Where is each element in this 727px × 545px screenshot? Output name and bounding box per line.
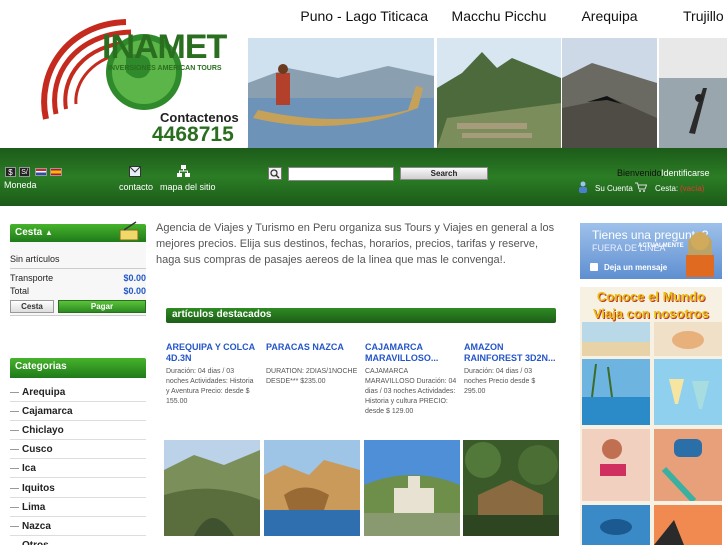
currency-dollar-icon[interactable]: $ — [5, 167, 16, 177]
total-value: $0.00 — [123, 286, 146, 296]
leave-message-link[interactable]: Deja un mensaje — [604, 263, 667, 272]
cart-empty-text: Sin artículos — [10, 254, 60, 264]
category-iquitos[interactable]: Iquitos — [10, 479, 146, 498]
divider — [10, 268, 146, 269]
flag-en-icon[interactable] — [35, 168, 47, 176]
destination-machu-picchu-label: Macchu Picchu — [437, 0, 561, 38]
page: INAMET INVERSIONES AMERICAN TOURS Contac… — [0, 0, 727, 545]
header: INAMET INVERSIONES AMERICAN TOURS Contac… — [0, 0, 727, 148]
cart-button[interactable]: Cesta — [10, 300, 54, 313]
category-cajamarca[interactable]: Cajamarca — [10, 402, 146, 421]
snorkel-image — [654, 429, 722, 501]
contact-link[interactable]: contacto — [119, 182, 153, 192]
seashell-image — [654, 322, 722, 356]
welcome-text: Bienvenido, — [617, 168, 665, 178]
featured-item-title[interactable]: PARACAS NAZCA — [266, 342, 358, 364]
pay-button[interactable]: Pagar — [58, 300, 146, 313]
category-otros[interactable]: Otros — [10, 536, 146, 545]
cart-label: Cesta: — [655, 184, 679, 193]
search-input[interactable] — [288, 167, 394, 181]
sitemap-icon — [177, 165, 190, 177]
destination-trujillo-label: Trujillo — [659, 0, 727, 38]
arequipa-condor-image — [562, 38, 657, 148]
shipping-row: Transporte $0.00 — [10, 273, 146, 283]
featured-item-title[interactable]: CAJAMARCA MARAVILLOSO... — [365, 342, 457, 364]
cart-icon — [635, 182, 647, 192]
search-button[interactable]: Search — [400, 167, 488, 180]
arequipa-colca-image[interactable] — [164, 440, 260, 536]
account-link[interactable]: Su Cuenta — [595, 184, 633, 193]
logo[interactable]: INAMET INVERSIONES AMERICAN TOURS Contac… — [0, 0, 247, 148]
search-icon[interactable] — [268, 167, 282, 180]
category-lima[interactable]: Lima — [10, 498, 146, 517]
featured-item: AREQUIPA Y COLCA 4D.3N Duración: 04 dias… — [166, 342, 258, 407]
puno-reed-boat-image — [248, 38, 434, 148]
sitemap-link[interactable]: mapa del sitio — [160, 182, 216, 192]
category-arequipa[interactable]: Arequipa — [10, 383, 146, 402]
featured-item-desc: Duración: 04 dias / 03 noches Precio des… — [464, 368, 536, 395]
shipping-label: Transporte — [10, 273, 54, 283]
featured-item-title[interactable]: AMAZON RAINFOREST 3D2N... — [464, 342, 556, 364]
cajamarca-image[interactable] — [364, 440, 460, 536]
model-image — [582, 429, 650, 501]
login-link[interactable]: Identificarse — [661, 168, 710, 178]
beach-image — [582, 322, 650, 356]
amazon-rainforest-image[interactable] — [463, 440, 559, 536]
destination-puno-label: Puno - Lago Titicaca — [248, 0, 434, 38]
featured-item-desc: Duración: 04 dias / 03 noches Actividade… — [166, 368, 254, 405]
featured-item: PARACAS NAZCA DURATION: 2DIAS/1NOCHE DES… — [266, 342, 358, 387]
destination-arequipa[interactable]: Arequipa — [562, 0, 657, 148]
destination-puno[interactable]: Puno - Lago Titicaca — [248, 0, 434, 148]
contact-phone: 4468715 — [152, 123, 234, 146]
currency-sol-icon[interactable]: S/ — [19, 167, 30, 177]
operator-image — [686, 232, 714, 277]
mail-icon — [129, 166, 141, 177]
flag-es-icon[interactable] — [50, 168, 62, 176]
currently-text: ACTUALMENTE — [638, 243, 684, 249]
currency-label: Moneda — [4, 180, 37, 190]
cart-box-icon — [119, 221, 139, 241]
cart-status[interactable]: (vacía) — [680, 184, 704, 193]
featured-header: artículos destacados — [166, 308, 556, 323]
total-label: Total — [10, 286, 30, 296]
plus-icon — [590, 263, 598, 271]
sunset-image — [654, 505, 722, 545]
category-nazca[interactable]: Nazca — [10, 517, 146, 536]
paracas-image[interactable] — [264, 440, 360, 536]
brand-subtitle: INVERSIONES AMERICAN TOURS — [108, 65, 222, 72]
category-ica[interactable]: Ica — [10, 459, 146, 478]
intro-text: Agencia de Viajes y Turismo en Peru orga… — [156, 222, 555, 266]
cart-box-title: Cesta — [15, 227, 43, 238]
cocktails-image — [654, 359, 722, 425]
trujillo-fisherman-image — [659, 38, 727, 148]
total-row: Total $0.00 — [10, 286, 146, 296]
machu-picchu-image — [437, 38, 561, 148]
brand-name: INAMET — [102, 28, 227, 66]
featured-item: AMAZON RAINFOREST 3D2N... Duración: 04 d… — [464, 342, 556, 397]
featured-item-title[interactable]: AREQUIPA Y COLCA 4D.3N — [166, 342, 258, 364]
destination-trujillo[interactable]: Trujillo — [659, 0, 727, 148]
pool-image — [582, 359, 650, 425]
banner-line1: Conoce el Mundo — [596, 289, 706, 304]
chevron-up-icon[interactable]: ▲ — [45, 228, 53, 237]
live-chat-banner[interactable]: Tienes una pregunta? FUERA DE LINEA ACTU… — [580, 223, 722, 279]
categories-header: Categorias — [10, 358, 146, 378]
category-chiclayo[interactable]: Chiclayo — [10, 421, 146, 440]
diver-image — [582, 505, 650, 545]
banner-line2: Viaja con nosotros — [592, 306, 710, 321]
destination-machu-picchu[interactable]: Macchu Picchu — [437, 0, 561, 148]
featured-item-desc: DURATION: 2DIAS/1NOCHE DESDE*** $235.00 — [266, 368, 358, 385]
destination-arequipa-label: Arequipa — [562, 0, 657, 38]
category-cusco[interactable]: Cusco — [10, 440, 146, 459]
shipping-value: $0.00 — [123, 273, 146, 283]
featured-item: CAJAMARCA MARAVILLOSO... CAJAMARCA MARAV… — [365, 342, 457, 417]
user-icon — [579, 181, 587, 193]
featured-item-desc: CAJAMARCA MARAVILLOSO Duración: 04 dias … — [365, 368, 457, 415]
tours-banner[interactable]: Conoce el Mundo Viaja con nosotros — [580, 287, 722, 545]
